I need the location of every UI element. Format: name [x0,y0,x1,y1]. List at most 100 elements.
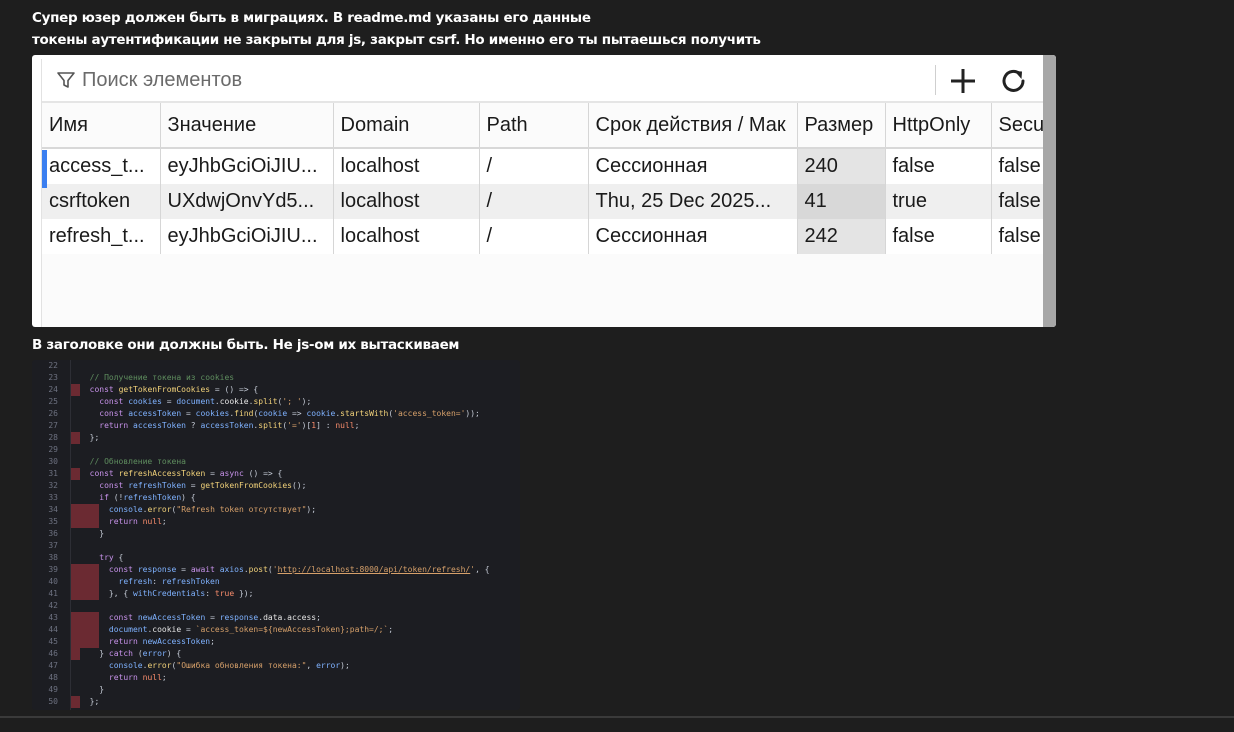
code-text: }, { withCredentials: true }); [80,589,254,598]
line-number: 31 [48,469,58,478]
line-number: 40 [48,577,58,586]
code-line: 30 // Обновление токена [32,456,490,468]
cell-httponly: true [885,184,992,219]
code-line: 35 return null; [32,516,490,528]
cell-path: / [479,184,589,219]
table-row[interactable]: csrftoken UXdwjOnvYd5... localhost / Thu… [42,184,1043,219]
code-line: 32 const refreshToken = getTokenFromCook… [32,480,490,492]
line-number: 26 [48,409,58,418]
change-marker [71,432,80,444]
change-marker [71,696,80,708]
column-header-expires[interactable]: Срок действия / Мак [588,103,798,149]
code-text: if (!refreshToken) { [99,493,196,502]
line-number: 32 [48,481,58,490]
line-number: 37 [48,541,58,550]
code-line: 40 refresh: refreshToken [32,576,490,588]
code-line: 31 const refreshAccessToken = async () =… [32,468,490,480]
code-text: const response = await axios.post('http:… [108,565,490,574]
column-header-value[interactable]: Значение [160,103,334,149]
cell-httponly: false [885,219,992,254]
search-input[interactable] [82,65,902,95]
cell-expires: Thu, 25 Dec 2025... [588,184,798,219]
line-number: 41 [48,589,58,598]
table-row[interactable]: access_t... eyJhbGciOiJIU... localhost /… [42,148,1043,184]
code-line: 38 try { [32,552,490,564]
cell-domain: localhost [333,219,480,254]
code-text: const getTokenFromCookies = () => { [89,385,259,394]
code-text: return accessToken ? accessToken.split('… [99,421,360,430]
code-text: console.error("Ошибка обновления токена:… [108,661,350,670]
change-marker [71,384,80,396]
code-screenshot: 22 23 // Получение токена из cookies 24 co… [32,360,520,710]
line-number: 49 [48,685,58,694]
line-number: 23 [48,373,58,382]
code-line: 26 const accessToken = cookies.find(cook… [32,408,490,420]
code-text: const accessToken = cookies.find(cookie … [99,409,480,418]
cell-size: 240 [797,148,886,184]
cell-path: / [479,148,589,184]
filter-icon [57,72,75,88]
add-cookie-button[interactable] [946,64,980,98]
code-text: }; [80,433,100,442]
column-header-httponly[interactable]: HttpOnly [885,103,992,149]
code-line: 39 const response = await axios.post('ht… [32,564,490,576]
column-header-name[interactable]: Имя [42,103,161,149]
table-header: Имя Значение Domain Path Срок действия /… [42,103,1043,149]
cell-secure: false [991,219,1043,254]
cell-domain: localhost [333,184,480,219]
line-number: 48 [48,673,58,682]
code-line: 24 const getTokenFromCookies = () => { [32,384,490,396]
line-number: 44 [48,625,58,634]
bottom-divider [0,716,1234,718]
code-text: refresh: refreshToken [118,577,220,586]
code-line: 37 [32,540,490,552]
code-line: 45 return newAccessToken; [32,636,490,648]
code-line: 27 return accessToken ? accessToken.spli… [32,420,490,432]
code-text: const cookies = document.cookie.split(';… [99,397,312,406]
code-line: 22 [32,360,490,372]
cookie-toolbar [42,59,1043,103]
line-number: 33 [48,493,58,502]
column-header-size[interactable]: Размер [797,103,886,149]
refresh-button[interactable] [997,64,1031,98]
code-line: 42 [32,600,490,612]
cell-expires: Сессионная [588,219,798,254]
message-line-2: токены аутентификации не закрыты для js,… [32,32,761,48]
column-header-secure[interactable]: Secu [991,103,1043,149]
code-block: 22 23 // Получение токена из cookies 24 co… [32,360,490,708]
code-line: 25 const cookies = document.cookie.split… [32,396,490,408]
code-line: 41 }, { withCredentials: true }); [32,588,490,600]
code-line: 33 if (!refreshToken) { [32,492,490,504]
code-line: 23 // Получение токена из cookies [32,372,490,384]
line-number: 47 [48,661,58,670]
table-row[interactable]: refresh_t... eyJhbGciOiJIU... localhost … [42,219,1043,254]
line-number: 25 [48,397,58,406]
line-number: 30 [48,457,58,466]
line-number: 29 [48,445,58,454]
line-number: 42 [48,601,58,610]
cell-secure: false [991,148,1043,184]
code-line: 43 const newAccessToken = response.data.… [32,612,490,624]
code-line: 44 document.cookie = `access_token=${new… [32,624,490,636]
cell-expires: Сессионная [588,148,798,184]
panel-scrollbar[interactable] [1043,55,1056,327]
code-text: return null; [108,517,167,526]
refresh-icon [1002,69,1025,92]
column-header-path[interactable]: Path [479,103,589,149]
code-line: 34 console.error("Refresh token отсутств… [32,504,490,516]
column-header-domain[interactable]: Domain [333,103,480,149]
line-number: 43 [48,613,58,622]
message-line-3: В заголовке они должны быть. Не js-ом их… [32,337,460,353]
code-text: try { [99,553,124,562]
cell-value: eyJhbGciOiJIU... [160,219,334,254]
code-line: 47 console.error("Ошибка обновления токе… [32,660,490,672]
line-number: 45 [48,637,58,646]
code-text: const newAccessToken = response.data.acc… [108,613,321,622]
line-number: 34 [48,505,58,514]
add-icon [951,69,975,93]
code-text: return null; [108,673,167,682]
line-number: 22 [48,361,58,370]
line-number: 50 [48,697,58,706]
cell-secure: false [991,184,1043,219]
cell-name: refresh_t... [42,219,161,254]
